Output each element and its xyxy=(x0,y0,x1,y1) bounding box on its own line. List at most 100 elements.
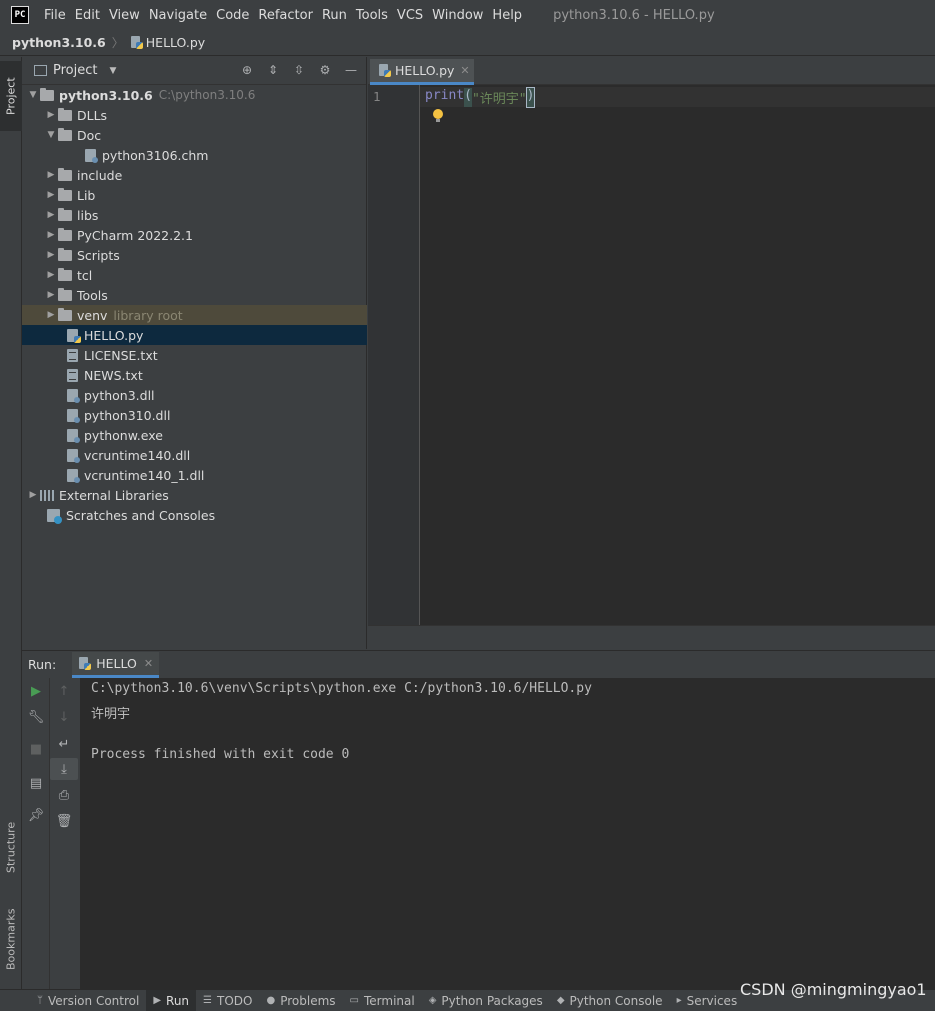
folder-icon xyxy=(58,127,72,141)
breadcrumb-file[interactable]: HELLO.py xyxy=(146,35,205,50)
tree-item-scripts[interactable]: ▶ Scripts xyxy=(22,245,367,265)
collapse-all-icon[interactable]: ⇳ xyxy=(292,63,306,77)
menu-edit[interactable]: Edit xyxy=(75,8,100,23)
tree-item-pythonw-exe[interactable]: pythonw.exe xyxy=(22,425,367,445)
tree-item-include[interactable]: ▶ include xyxy=(22,165,367,185)
menu-view[interactable]: View xyxy=(109,8,140,23)
arrow-up-icon[interactable]: ↑ xyxy=(50,680,78,702)
run-panel-header: Run: HELLO ✕ xyxy=(22,650,935,678)
editor-tab-hello-py[interactable]: HELLO.py ✕ xyxy=(370,59,474,85)
tool-tab-run[interactable]: ▶ Run xyxy=(146,989,197,1011)
chevron-down-icon[interactable]: ▼ xyxy=(44,130,58,140)
tool-tab-bookmarks[interactable]: Bookmarks xyxy=(0,897,22,981)
layout-icon[interactable]: ▤ xyxy=(22,772,50,794)
tree-item-label: python310.dll xyxy=(84,407,171,423)
code-line-1[interactable]: print ( "许明宇" ) xyxy=(425,87,536,108)
menu-tools[interactable]: Tools xyxy=(356,8,388,23)
tree-item-pycharm[interactable]: ▶ PyCharm 2022.2.1 xyxy=(22,225,367,245)
menu-code[interactable]: Code xyxy=(216,8,249,23)
chevron-right-icon[interactable]: ▶ xyxy=(44,210,58,220)
trash-icon[interactable]: 🗑︎ xyxy=(50,810,78,832)
tree-item-news[interactable]: NEWS.txt xyxy=(22,365,367,385)
gear-icon[interactable]: ⚙ xyxy=(318,63,332,77)
library-root-hint: library root xyxy=(113,307,183,323)
editor-tab-bar: HELLO.py ✕ xyxy=(368,57,935,85)
tool-tab-version-control[interactable]: ᛘ Version Control xyxy=(30,990,146,1011)
chevron-right-icon[interactable]: ▶ xyxy=(44,190,58,200)
menu-vcs[interactable]: VCS xyxy=(397,8,423,23)
chevron-right-icon[interactable]: ▶ xyxy=(44,250,58,260)
tool-tab-python-packages[interactable]: ◈ Python Packages xyxy=(422,990,550,1011)
menu-refactor[interactable]: Refactor xyxy=(258,8,313,23)
hide-panel-icon[interactable]: — xyxy=(344,63,358,77)
tree-item-python310-dll[interactable]: python310.dll xyxy=(22,405,367,425)
code-function: print xyxy=(425,88,465,103)
tree-item-scratches[interactable]: Scratches and Consoles xyxy=(22,505,367,525)
tool-tab-structure[interactable]: Structure xyxy=(0,807,22,887)
chevron-right-icon[interactable]: ▶ xyxy=(44,230,58,240)
chevron-right-icon[interactable]: ▶ xyxy=(44,270,58,280)
line-number: 1 xyxy=(373,89,381,104)
code-editor[interactable]: print ( "许明宇" ) xyxy=(420,85,935,625)
tree-item-vcruntime140-1[interactable]: vcruntime140_1.dll xyxy=(22,465,367,485)
tree-item-vcruntime140[interactable]: vcruntime140.dll xyxy=(22,445,367,465)
menu-help[interactable]: Help xyxy=(492,8,522,23)
tree-item-venv[interactable]: ▶ venv library root xyxy=(22,305,367,325)
wrench-icon[interactable]: 🔧︎ xyxy=(22,706,50,728)
chevron-right-icon[interactable]: ▶ xyxy=(44,110,58,120)
run-tab-hello[interactable]: HELLO ✕ xyxy=(72,651,160,678)
menu-run[interactable]: Run xyxy=(322,8,347,23)
menu-navigate[interactable]: Navigate xyxy=(149,8,207,23)
editor-gutter: 1 xyxy=(368,85,420,625)
project-view-selector[interactable]: Project xyxy=(53,63,97,78)
chevron-down-icon[interactable]: ▼ xyxy=(26,90,40,100)
chevron-right-icon[interactable]: ▶ xyxy=(44,290,58,300)
text-file-icon xyxy=(67,348,78,362)
tree-item-external-libraries[interactable]: ▶ External Libraries xyxy=(22,485,367,505)
menu-window[interactable]: Window xyxy=(432,8,483,23)
expand-all-icon[interactable]: ⇕ xyxy=(266,63,280,77)
chevron-right-icon[interactable]: ▶ xyxy=(44,310,58,320)
breadcrumb-project[interactable]: python3.10.6 xyxy=(12,35,106,50)
list-icon: ☰ xyxy=(203,995,213,1006)
chevron-right-icon[interactable]: ▶ xyxy=(44,170,58,180)
tool-tab-services[interactable]: ▸ Services xyxy=(670,990,745,1011)
tool-tab-todo[interactable]: ☰ TODO xyxy=(196,990,259,1011)
tree-item-tcl[interactable]: ▶ tcl xyxy=(22,265,367,285)
tree-item-doc[interactable]: ▼ Doc xyxy=(22,125,367,145)
tree-item-python3-dll[interactable]: python3.dll xyxy=(22,385,367,405)
print-icon[interactable]: ⎙ xyxy=(50,784,78,806)
close-icon[interactable]: ✕ xyxy=(144,657,153,670)
tree-item-lib[interactable]: ▶ Lib xyxy=(22,185,367,205)
stop-icon[interactable]: ■ xyxy=(22,738,50,760)
tool-tab-python-console[interactable]: ◆ Python Console xyxy=(550,990,670,1011)
chevron-right-icon[interactable]: ▶ xyxy=(26,490,40,500)
chevron-down-icon[interactable]: ▼ xyxy=(109,66,116,76)
close-icon[interactable]: ✕ xyxy=(460,64,469,77)
pin-icon[interactable]: 📌︎ xyxy=(22,804,50,826)
tree-item-chm[interactable]: python3106.chm xyxy=(22,145,367,165)
soft-wrap-icon[interactable]: ↵ xyxy=(50,733,78,755)
tree-item-project-root[interactable]: ▼ python3.10.6 C:\python3.10.6 xyxy=(22,85,367,105)
tool-tab-problems[interactable]: ● Problems xyxy=(259,990,342,1011)
tree-item-libs[interactable]: ▶ libs xyxy=(22,205,367,225)
locate-file-icon[interactable]: ⊕ xyxy=(240,63,254,77)
tree-item-label: python3.dll xyxy=(84,387,155,403)
tool-tab-project[interactable]: Project xyxy=(0,61,22,131)
tree-item-dlls[interactable]: ▶ DLLs xyxy=(22,105,367,125)
tree-item-hello-py[interactable]: HELLO.py xyxy=(22,325,367,345)
project-panel-header: Project ▼ ⊕ ⇕ ⇳ ⚙ — xyxy=(22,57,366,85)
binary-file-icon xyxy=(67,428,80,443)
menu-file[interactable]: File xyxy=(44,8,66,23)
scratches-icon xyxy=(47,508,62,524)
tree-item-license[interactable]: LICENSE.txt xyxy=(22,345,367,365)
tree-item-label: vcruntime140.dll xyxy=(84,447,191,463)
lightbulb-icon[interactable] xyxy=(433,109,443,122)
rerun-icon[interactable]: ▶ xyxy=(22,680,50,702)
tree-item-tools[interactable]: ▶ Tools xyxy=(22,285,367,305)
tool-tab-terminal[interactable]: ▭ Terminal xyxy=(343,990,422,1011)
arrow-down-icon[interactable]: ↓ xyxy=(50,706,78,728)
tree-item-label: Tools xyxy=(77,287,108,303)
scroll-to-end-icon[interactable]: ⤓ xyxy=(50,758,78,780)
run-console-output[interactable]: C:\python3.10.6\venv\Scripts\python.exe … xyxy=(80,678,935,989)
